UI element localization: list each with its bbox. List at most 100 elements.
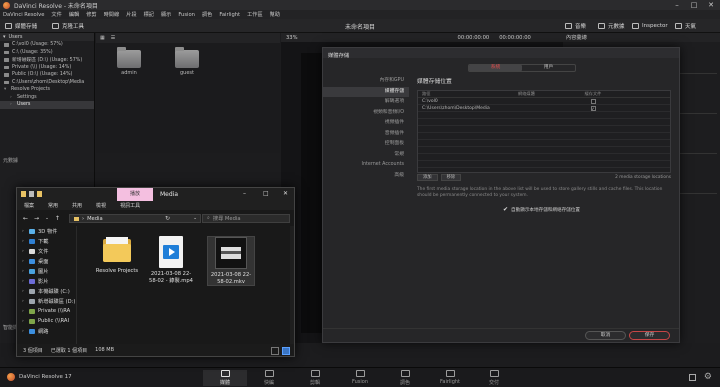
home-icon[interactable] bbox=[689, 374, 696, 381]
tree-item[interactable]: › 新增磁碟區 (D:) bbox=[17, 296, 76, 306]
chevron-right-icon[interactable]: › bbox=[22, 289, 26, 294]
inspector-button[interactable]: Inspector bbox=[632, 21, 668, 31]
details-view-icon[interactable] bbox=[271, 347, 279, 355]
chevron-right-icon[interactable]: › bbox=[10, 95, 14, 100]
chevron-right-icon[interactable]: › bbox=[22, 249, 26, 254]
tree-item[interactable]: › 本機磁碟 (C:) bbox=[17, 286, 76, 296]
minimize-icon[interactable]: – bbox=[668, 0, 686, 10]
file-item-selected[interactable]: 2021-03-08 22-58-02.mkv bbox=[207, 236, 255, 286]
refresh-icon[interactable]: ↻ bbox=[165, 215, 170, 222]
clone-tool-button[interactable]: 克隆工具 bbox=[52, 21, 84, 31]
tree-item[interactable]: › 文件 bbox=[17, 246, 76, 256]
page-edit[interactable]: 剪輯 bbox=[293, 370, 337, 386]
page-fairlight[interactable]: Fairlight bbox=[428, 370, 472, 385]
chevron-down-icon[interactable]: ⌄ bbox=[193, 216, 197, 221]
menu-item-edit[interactable]: 編輯 bbox=[69, 11, 79, 18]
ribbon-file[interactable]: 檔案 bbox=[24, 202, 34, 209]
ribbon-view[interactable]: 檢視 bbox=[96, 202, 106, 209]
chevron-right-icon[interactable]: › bbox=[22, 309, 26, 314]
forward-arrow-icon[interactable]: → bbox=[34, 215, 39, 222]
chevron-right-icon[interactable]: › bbox=[22, 229, 26, 234]
tree-item[interactable]: › 下載 bbox=[17, 236, 76, 246]
menu-item-file[interactable]: 文件 bbox=[51, 11, 61, 18]
file-item[interactable]: 2021-03-08 22-58-02 - 錄製.mp4 bbox=[147, 236, 195, 284]
auto-display-option[interactable]: ✔ 自動顯示本地存儲和網絡存儲位置 bbox=[503, 206, 580, 213]
address-bar[interactable]: › Media ⌄ bbox=[69, 214, 201, 223]
sidebar-item-advanced[interactable]: 高級 bbox=[323, 171, 409, 182]
save-button[interactable]: 保存 bbox=[629, 331, 670, 340]
chevron-right-icon[interactable]: › bbox=[22, 259, 26, 264]
chevron-right-icon[interactable]: › bbox=[22, 299, 26, 304]
tree-item[interactable]: › 3D 物件 bbox=[17, 226, 76, 236]
tree-item[interactable]: › 圖片 bbox=[17, 266, 76, 276]
menu-item-help[interactable]: 幫助 bbox=[270, 11, 280, 18]
page-cut[interactable]: 快編 bbox=[247, 370, 291, 386]
tab-user[interactable]: 用戶 bbox=[522, 65, 575, 71]
menu-item-fairlight[interactable]: Fairlight bbox=[219, 12, 240, 18]
weather-button[interactable]: 天氣 bbox=[675, 21, 696, 31]
menu-item-trim[interactable]: 修剪 bbox=[86, 11, 96, 18]
add-location-button[interactable]: 添加 bbox=[417, 173, 438, 181]
file-item[interactable]: Resolve Projects bbox=[93, 236, 141, 275]
grid-view-icon[interactable]: ▦ bbox=[100, 35, 105, 41]
maximize-icon[interactable]: □ bbox=[685, 0, 703, 10]
cache-checkbox[interactable] bbox=[590, 98, 596, 104]
volume-item[interactable]: C:\vol0 (Usage: 57%) bbox=[0, 41, 94, 49]
ribbon-tab-play[interactable]: 播放 bbox=[117, 188, 153, 201]
menu-item-timeline[interactable]: 時間線 bbox=[104, 11, 120, 18]
minimize-icon[interactable]: – bbox=[243, 190, 246, 197]
volume-item[interactable]: Private (\\) (Usage: 14%) bbox=[0, 64, 94, 72]
media-storage-button[interactable]: 媒體存儲 bbox=[5, 21, 37, 31]
ribbon-home[interactable]: 常用 bbox=[48, 202, 58, 209]
tree-item[interactable]: › Public (\\RAI bbox=[17, 316, 76, 326]
chevron-down-icon[interactable]: ⌄ bbox=[45, 216, 49, 221]
tree-item[interactable]: › Private (\\RA bbox=[17, 306, 76, 316]
ribbon-share[interactable]: 共用 bbox=[72, 202, 82, 209]
sidebar-item-decode[interactable]: 解碼選項 bbox=[323, 97, 409, 108]
menu-item-fusion[interactable]: Fusion bbox=[178, 12, 195, 18]
page-deliver[interactable]: 交付 bbox=[472, 370, 516, 386]
menu-item-clip[interactable]: 片段 bbox=[126, 11, 136, 18]
list-view-icon[interactable]: ☰ bbox=[111, 35, 115, 41]
sidebar-item-video-plugins[interactable]: 視頻插件 bbox=[323, 118, 409, 129]
chevron-right-icon[interactable]: › bbox=[10, 102, 14, 107]
new-folder-icon[interactable] bbox=[37, 191, 42, 197]
sidebar-item-media-storage[interactable]: 媒體存儲 bbox=[323, 86, 409, 97]
chevron-right-icon[interactable]: › bbox=[22, 329, 26, 334]
cancel-button[interactable]: 取消 bbox=[585, 331, 626, 340]
up-arrow-icon[interactable]: ↑ bbox=[55, 215, 60, 222]
metadata-button[interactable]: 元數據 bbox=[598, 21, 625, 31]
checkmark-icon[interactable]: ✔ bbox=[503, 206, 508, 213]
menu-item-color[interactable]: 調色 bbox=[202, 11, 212, 18]
chevron-right-icon[interactable]: › bbox=[22, 239, 26, 244]
volume-item[interactable]: 新增磁碟區 (D:\) (Usage: 57%) bbox=[0, 56, 94, 64]
sidebar-item-general[interactable]: 常規 bbox=[323, 150, 409, 161]
tree-item[interactable]: › 網路 bbox=[17, 326, 76, 336]
tree-item[interactable]: › 桌面 bbox=[17, 256, 76, 266]
properties-icon[interactable] bbox=[29, 191, 34, 197]
page-color[interactable]: 調色 bbox=[383, 370, 427, 386]
volume-item[interactable]: Public (O:\) (Usage: 14%) bbox=[0, 71, 94, 79]
folder-thumbnail[interactable]: admin bbox=[116, 47, 142, 76]
chevron-down-icon[interactable]: ▾ bbox=[4, 87, 8, 92]
zoom-level[interactable]: 33% bbox=[286, 35, 298, 41]
close-icon[interactable]: ✕ bbox=[283, 190, 288, 197]
chevron-down-icon[interactable]: ▾ bbox=[3, 34, 6, 40]
tree-item[interactable]: › 影片 bbox=[17, 276, 76, 286]
ribbon-video-tools[interactable]: 視訊工具 bbox=[120, 202, 140, 209]
music-button[interactable]: 音樂 bbox=[565, 21, 586, 31]
volume-item[interactable]: C:\Users\zhom\Desktop\Media bbox=[0, 79, 94, 87]
menu-item-mark[interactable]: 標記 bbox=[144, 11, 154, 18]
table-row[interactable]: C:\Users\zhom\Desktop\Media ✓ bbox=[418, 105, 670, 112]
gear-icon[interactable]: ⚙ bbox=[704, 373, 712, 382]
chevron-right-icon[interactable]: › bbox=[22, 319, 26, 324]
sidebar-item-control-panels[interactable]: 控制面板 bbox=[323, 139, 409, 150]
table-row[interactable]: C:\vol0 bbox=[418, 98, 670, 105]
folder-item[interactable]: › Settings bbox=[0, 94, 94, 102]
sidebar-item-internet-accounts[interactable]: Internet Accounts bbox=[323, 160, 409, 171]
menu-item-resolve[interactable]: DaVinci Resolve bbox=[3, 12, 44, 18]
folder-item-selected[interactable]: › Users bbox=[0, 101, 94, 109]
menu-item-view[interactable]: 顯示 bbox=[161, 11, 171, 18]
sidebar-item-audio-plugins[interactable]: 音頻插件 bbox=[323, 129, 409, 140]
cache-checkbox[interactable]: ✓ bbox=[590, 105, 596, 111]
